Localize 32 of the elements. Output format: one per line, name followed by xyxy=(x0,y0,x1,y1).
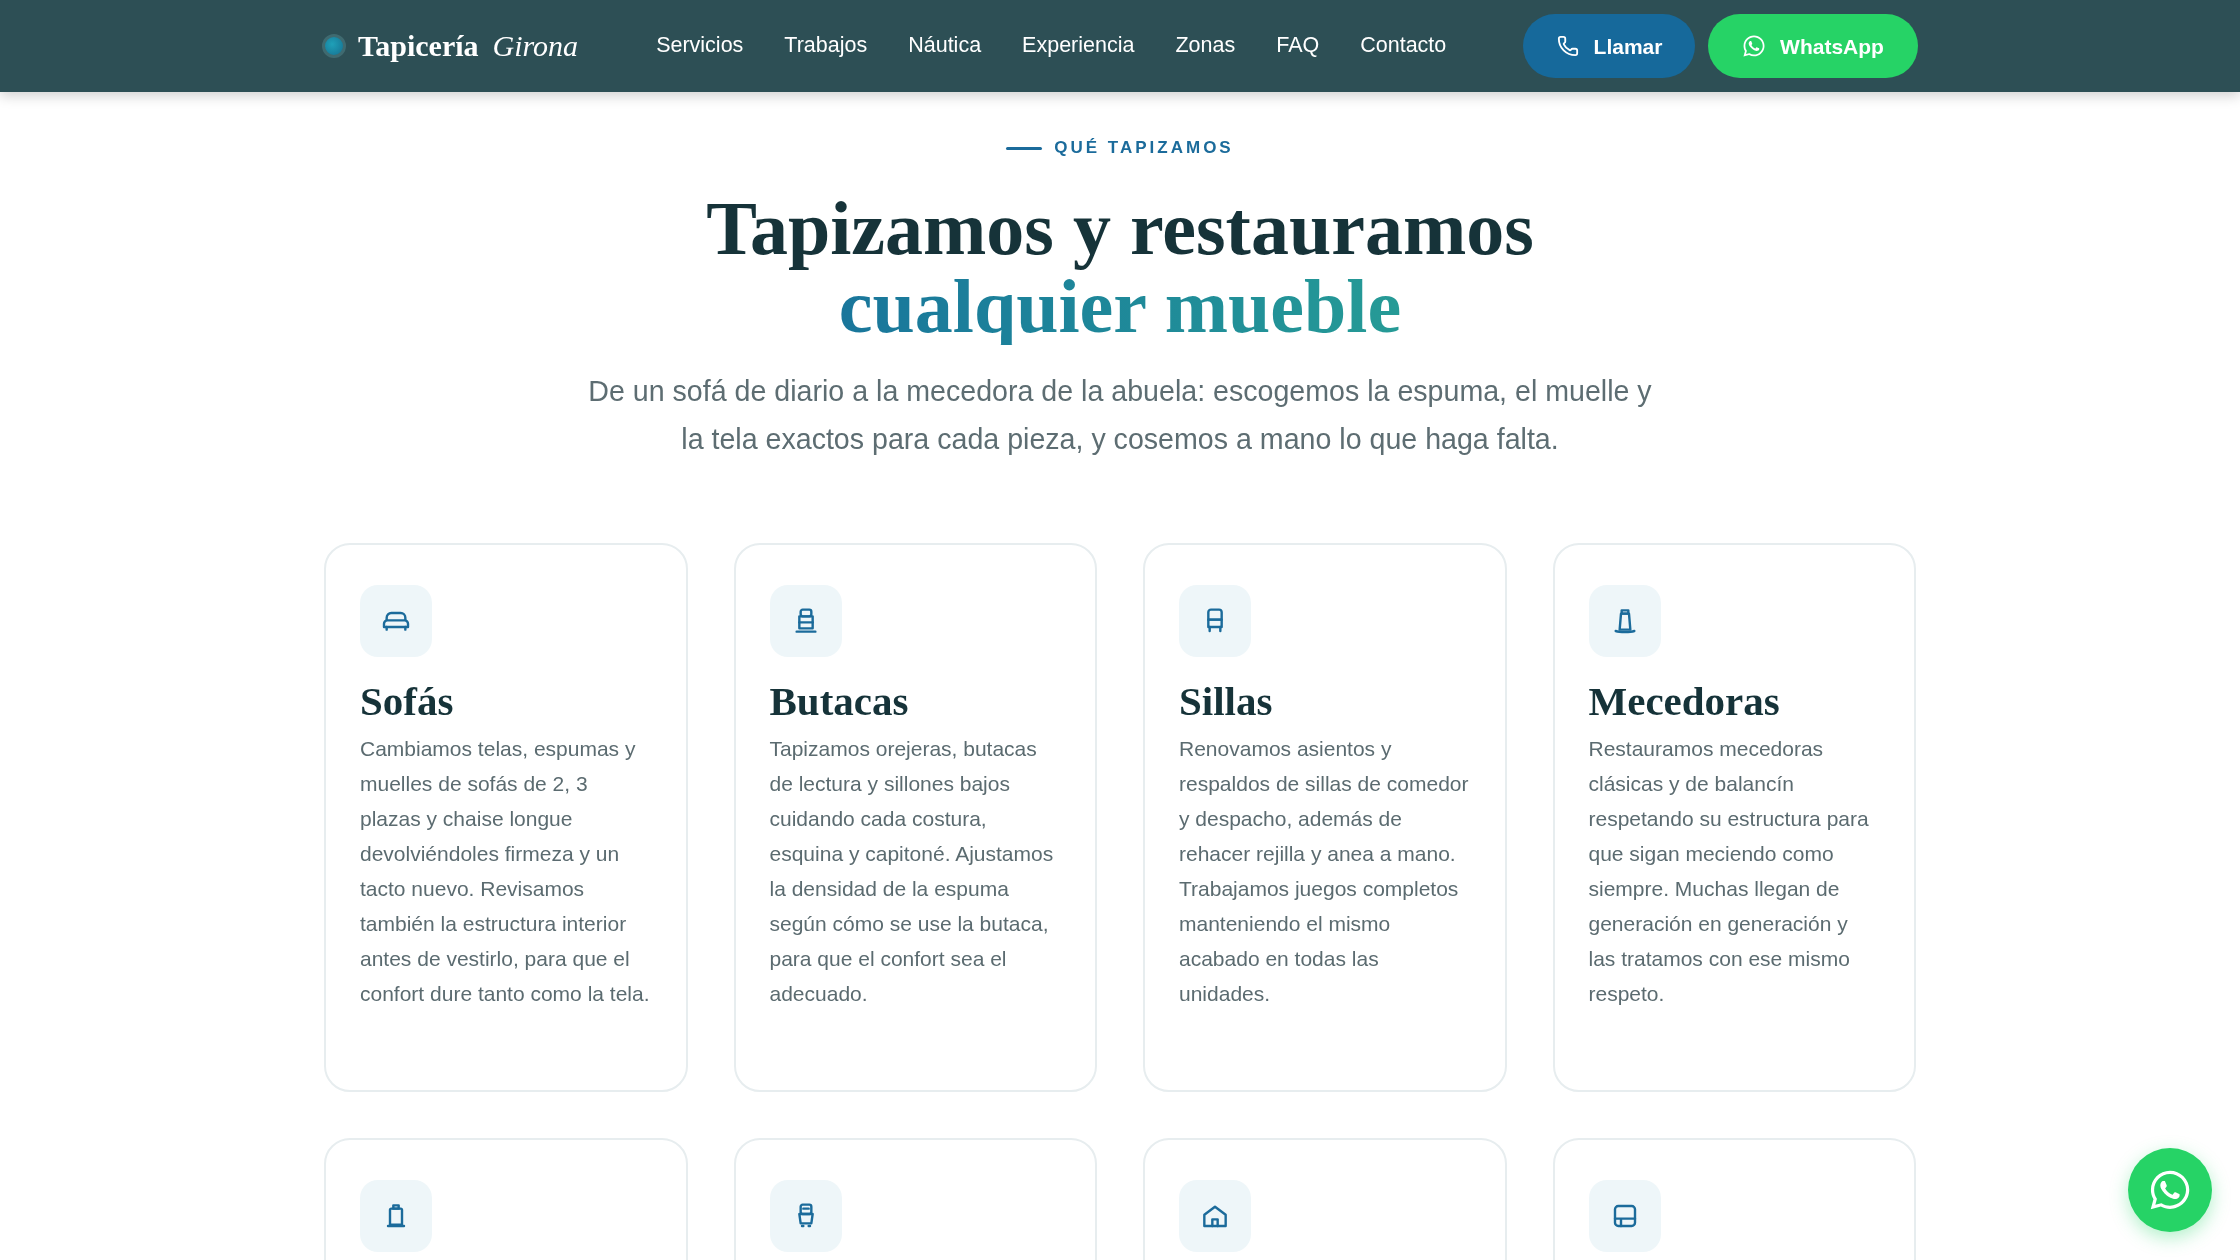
card-description: Cambiamos telas, espumas y muelles de sofás de 2, 3 plazas y chaise longue devolviéndoles firmeza y un tacto nuevo. Revisamos también la estructura interior antes de vestirlo, para que el confort dure tanto como la tela. xyxy=(360,736,651,1007)
card-title: Sofás xyxy=(360,677,455,725)
panel-icon xyxy=(1588,1180,1661,1252)
nav-link[interactable]: Zonas xyxy=(1175,35,1236,57)
stool-icon xyxy=(360,1180,432,1252)
armchair-icon xyxy=(769,585,842,657)
seat-icon xyxy=(769,1180,842,1252)
nav-link[interactable]: Contacto xyxy=(1360,35,1447,57)
whatsapp-icon xyxy=(2148,1168,2192,1212)
section-intro: De un sofá de diario a la mecedora de la abuela: escogemos la espuma, el muelle y la tela exactos para cada pieza, y cosemos a mano lo que haga falta. xyxy=(587,374,1653,457)
sofa-icon xyxy=(360,585,432,657)
nav-link[interactable]: Trabajos xyxy=(784,35,868,57)
card-description: Renovamos asientos y respaldos de sillas de comedor y despacho, además de rehacer rejilla y anea a mano. Trabajamos juegos completos manteniendo el mismo acabado en todas las unidades. xyxy=(1179,736,1470,1007)
whatsapp-float-button[interactable] xyxy=(2128,1148,2212,1232)
call-button[interactable]: Llamar xyxy=(1523,14,1695,78)
whatsapp-icon xyxy=(1742,34,1767,58)
nav-link[interactable]: Servicios xyxy=(656,35,744,57)
nav-link[interactable]: FAQ xyxy=(1276,35,1320,57)
eyebrow-label: QUÉ TAPIZAMOS xyxy=(1054,137,1234,159)
logo-icon xyxy=(322,34,346,58)
nav-link[interactable]: Náutica xyxy=(908,35,982,57)
chair-icon xyxy=(1179,585,1251,657)
phone-icon xyxy=(1555,34,1580,58)
card-title: Sillas xyxy=(1179,677,1274,725)
house-icon xyxy=(1179,1180,1251,1252)
card-description: Restauramos mecedoras clásicas y de balancín respetando su estructura para que sigan meciendo como siempre. Muchas llegan de generación en generación y las tratamos con ese mismo respeto. xyxy=(1588,736,1870,1007)
card-title: Mecedoras xyxy=(1588,677,1781,725)
nav-link[interactable]: Experiencia xyxy=(1022,35,1135,57)
card-title: Butacas xyxy=(769,677,910,725)
logo-wordmark[interactable]: Tapicería Girona xyxy=(358,31,579,61)
card-description: Tapizamos orejeras, butacas de lectura y sillones bajos cuidando cada costura, esquina y capitoné. Ajustamos la densidad de la espuma según cómo se use la butaca, para que el confort sea el adecuado. xyxy=(769,736,1055,1007)
rocking-chair-icon xyxy=(1588,585,1661,657)
